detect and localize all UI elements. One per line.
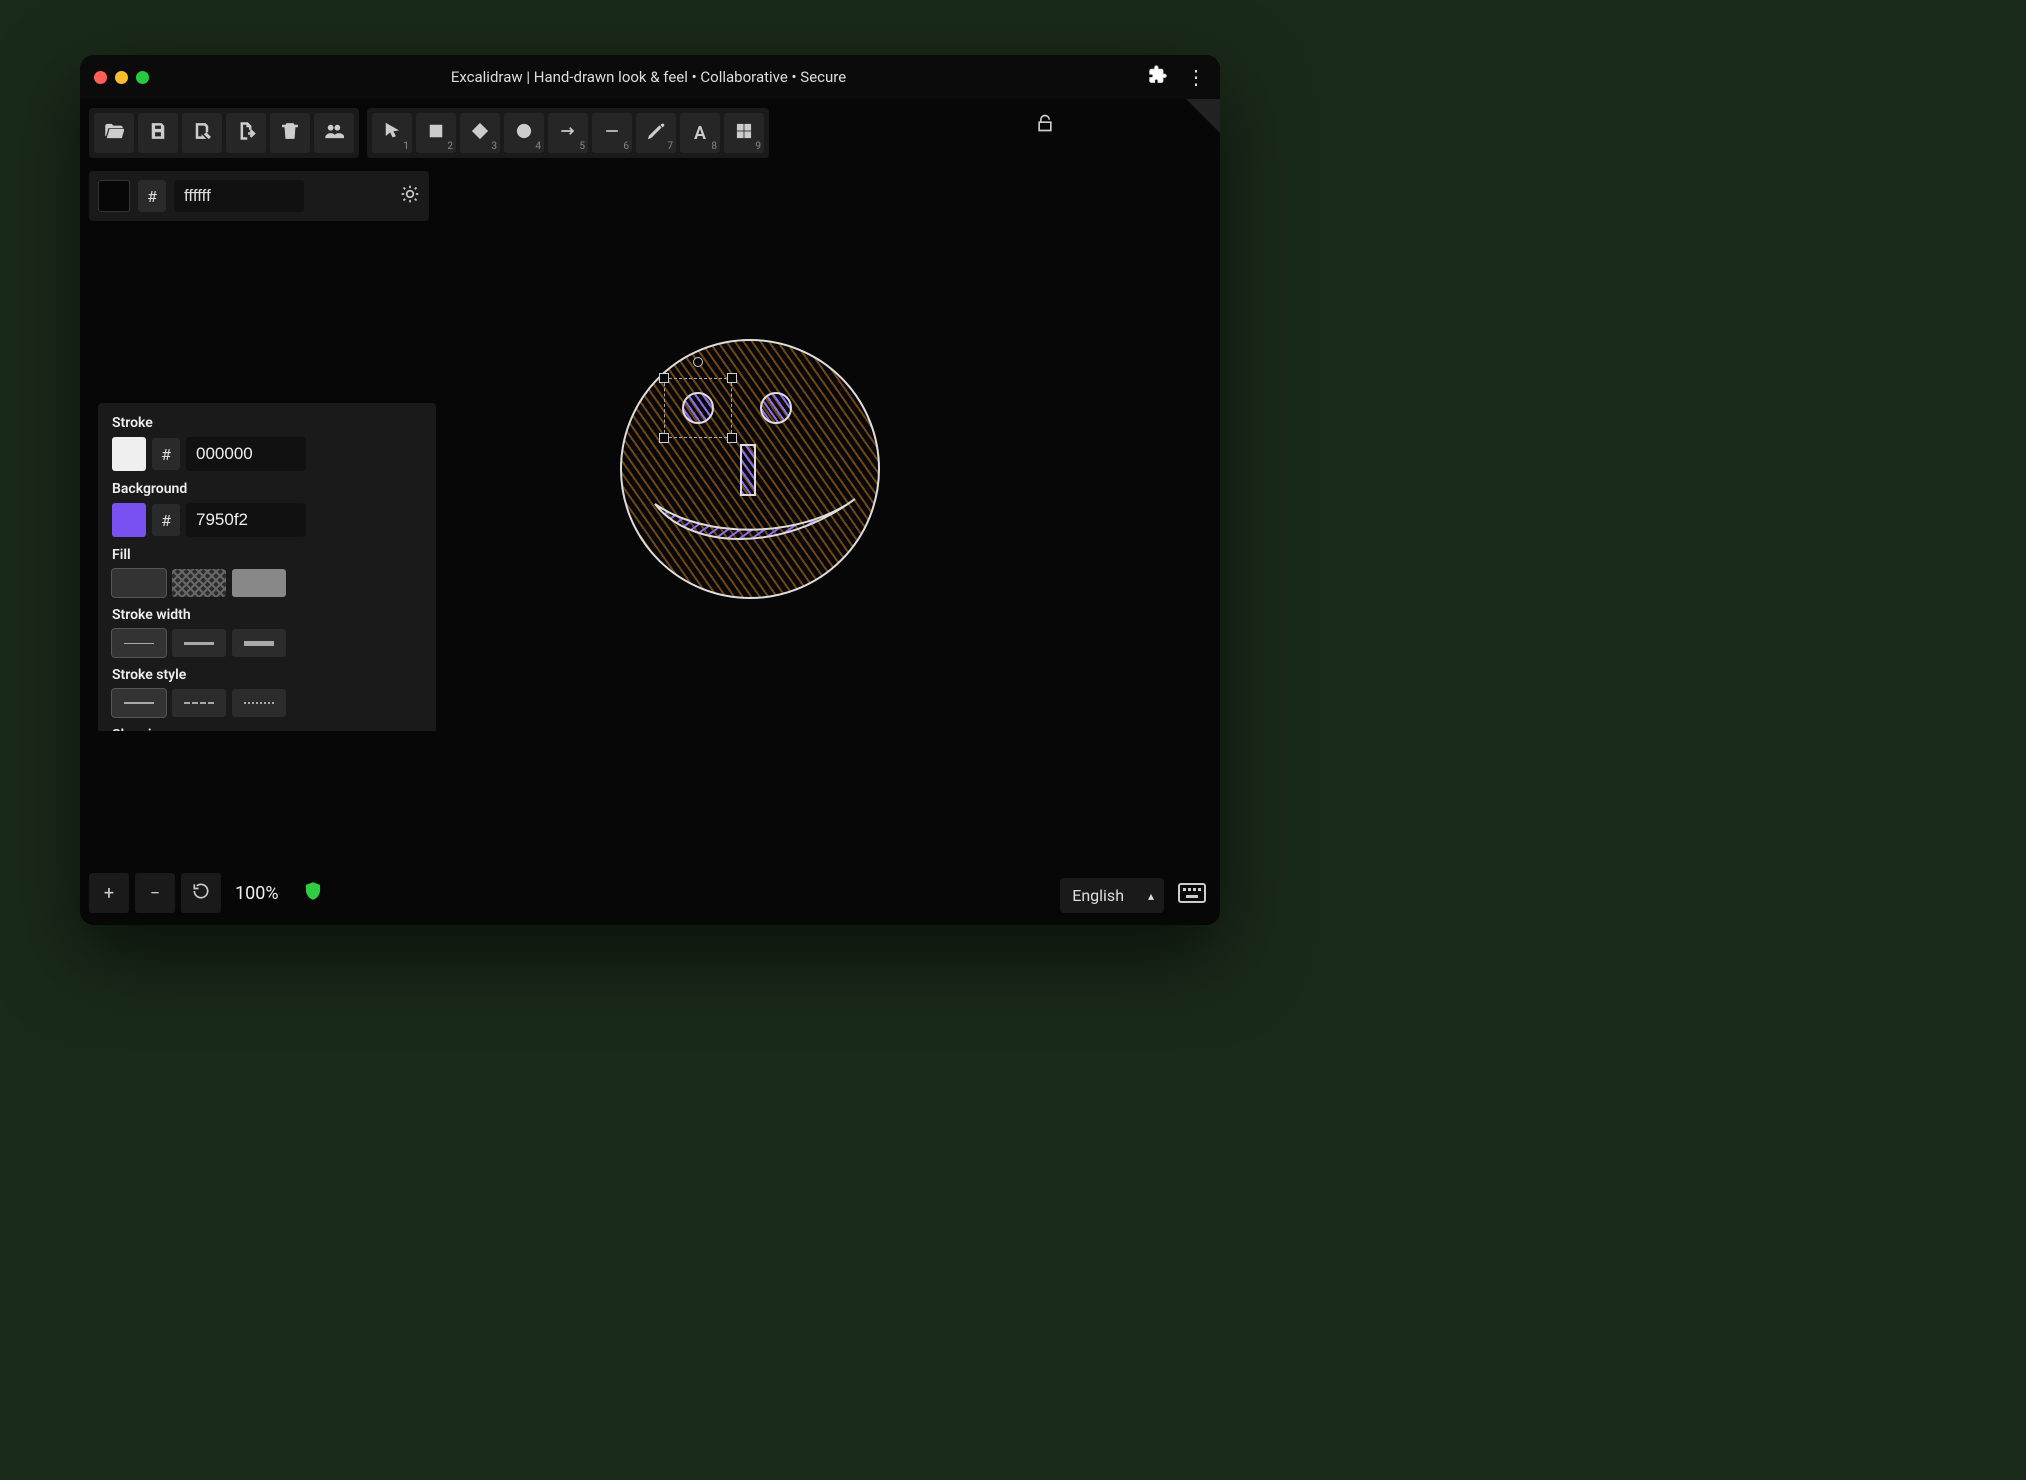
save-icon (148, 121, 168, 146)
tool-select[interactable]: 1 (372, 113, 412, 153)
keyboard-icon[interactable] (1178, 883, 1206, 909)
fill-option-hachure[interactable] (112, 569, 166, 597)
zoom-in-button[interactable]: + (89, 873, 129, 913)
reset-icon (191, 881, 211, 906)
lock-tool-button[interactable] (1035, 113, 1055, 138)
hash-label: # (152, 438, 180, 470)
tool-ellipse[interactable]: 4 (504, 113, 544, 153)
zoom-reset-button[interactable] (181, 873, 221, 913)
circle-icon (514, 121, 534, 146)
stroke-width-thick[interactable] (232, 629, 286, 657)
save-as-button[interactable] (182, 113, 222, 153)
shape-mouth[interactable] (650, 489, 860, 559)
stroke-width-medium[interactable] (172, 629, 226, 657)
fill-option-crosshatch[interactable] (172, 569, 226, 597)
tool-text[interactable]: A8 (680, 113, 720, 153)
square-icon (426, 121, 446, 146)
stroke-color-swatch[interactable] (112, 437, 146, 471)
rotate-handle[interactable] (693, 357, 703, 367)
save-button[interactable] (138, 113, 178, 153)
gear-icon[interactable] (400, 184, 420, 209)
open-button[interactable] (94, 113, 134, 153)
selection-box[interactable] (664, 378, 732, 438)
cursor-icon (382, 121, 402, 146)
fill-section-label: Fill (112, 547, 422, 563)
text-icon: A (694, 123, 706, 144)
stroke-style-dotted[interactable] (232, 689, 286, 717)
resize-handle-bottom-right[interactable] (727, 433, 737, 443)
content-area: 1 2 3 4 5 6 7 A8 9 # (80, 99, 1220, 925)
minus-icon (602, 121, 622, 146)
app-window: Excalidraw | Hand-drawn look & feel • Co… (80, 55, 1220, 925)
zoom-controls: + − 100% (89, 873, 323, 913)
users-icon (324, 121, 344, 146)
pencil-icon (646, 121, 666, 146)
canvas-color-swatch[interactable] (98, 180, 130, 212)
clear-canvas-button[interactable] (270, 113, 310, 153)
resize-handle-top-right[interactable] (727, 373, 737, 383)
tool-rectangle[interactable]: 2 (416, 113, 456, 153)
language-select[interactable]: English (1060, 878, 1164, 913)
titlebar: Excalidraw | Hand-drawn look & feel • Co… (80, 55, 1220, 99)
export-icon (236, 121, 256, 146)
tool-freedraw[interactable]: 7 (636, 113, 676, 153)
library-grid-icon (734, 121, 754, 146)
export-button[interactable] (226, 113, 266, 153)
background-section-label: Background (112, 481, 422, 497)
stroke-style-dashed[interactable] (172, 689, 226, 717)
fill-option-solid[interactable] (232, 569, 286, 597)
stroke-section-label: Stroke (112, 415, 422, 431)
background-color-input[interactable] (186, 503, 306, 537)
resize-handle-top-left[interactable] (659, 373, 669, 383)
stroke-width-section-label: Stroke width (112, 607, 422, 623)
tool-diamond[interactable]: 3 (460, 113, 500, 153)
more-vertical-icon[interactable]: ⋮ (1186, 65, 1206, 89)
file-toolbar (89, 108, 359, 158)
canvas-color-panel: # (89, 171, 429, 221)
zoom-level[interactable]: 100% (227, 883, 287, 904)
tool-arrow[interactable]: 5 (548, 113, 588, 153)
diamond-icon (470, 121, 490, 146)
properties-panel: Stroke # Background # Fill (98, 403, 436, 731)
save-as-icon (192, 121, 212, 146)
drawing-smiley (620, 334, 880, 604)
extensions-icon[interactable] (1148, 65, 1168, 89)
shape-toolbar: 1 2 3 4 5 6 7 A8 9 (367, 108, 769, 158)
stroke-width-thin[interactable] (112, 629, 166, 657)
trash-icon (280, 121, 300, 146)
hash-label: # (138, 180, 166, 212)
tool-library[interactable]: 9 (724, 113, 764, 153)
tool-line[interactable]: 6 (592, 113, 632, 153)
stroke-style-solid[interactable] (112, 689, 166, 717)
background-color-swatch[interactable] (112, 503, 146, 537)
collaborate-button[interactable] (314, 113, 354, 153)
sloppiness-section-label: Sloppiness (112, 727, 422, 731)
arrow-right-icon (558, 121, 578, 146)
maximize-window-button[interactable] (136, 71, 149, 84)
minus-icon: − (150, 883, 160, 904)
shape-right-eye[interactable] (760, 392, 792, 424)
plus-icon: + (104, 883, 114, 904)
window-controls (94, 71, 149, 84)
stroke-style-section-label: Stroke style (112, 667, 422, 683)
folder-open-icon (104, 121, 124, 146)
encryption-shield-icon[interactable] (303, 881, 323, 906)
zoom-out-button[interactable]: − (135, 873, 175, 913)
resize-handle-bottom-left[interactable] (659, 433, 669, 443)
minimize-window-button[interactable] (115, 71, 128, 84)
canvas-color-input[interactable] (174, 180, 304, 212)
close-window-button[interactable] (94, 71, 107, 84)
stroke-color-input[interactable] (186, 437, 306, 471)
hash-label: # (152, 504, 180, 536)
window-title: Excalidraw | Hand-drawn look & feel • Co… (149, 68, 1148, 86)
